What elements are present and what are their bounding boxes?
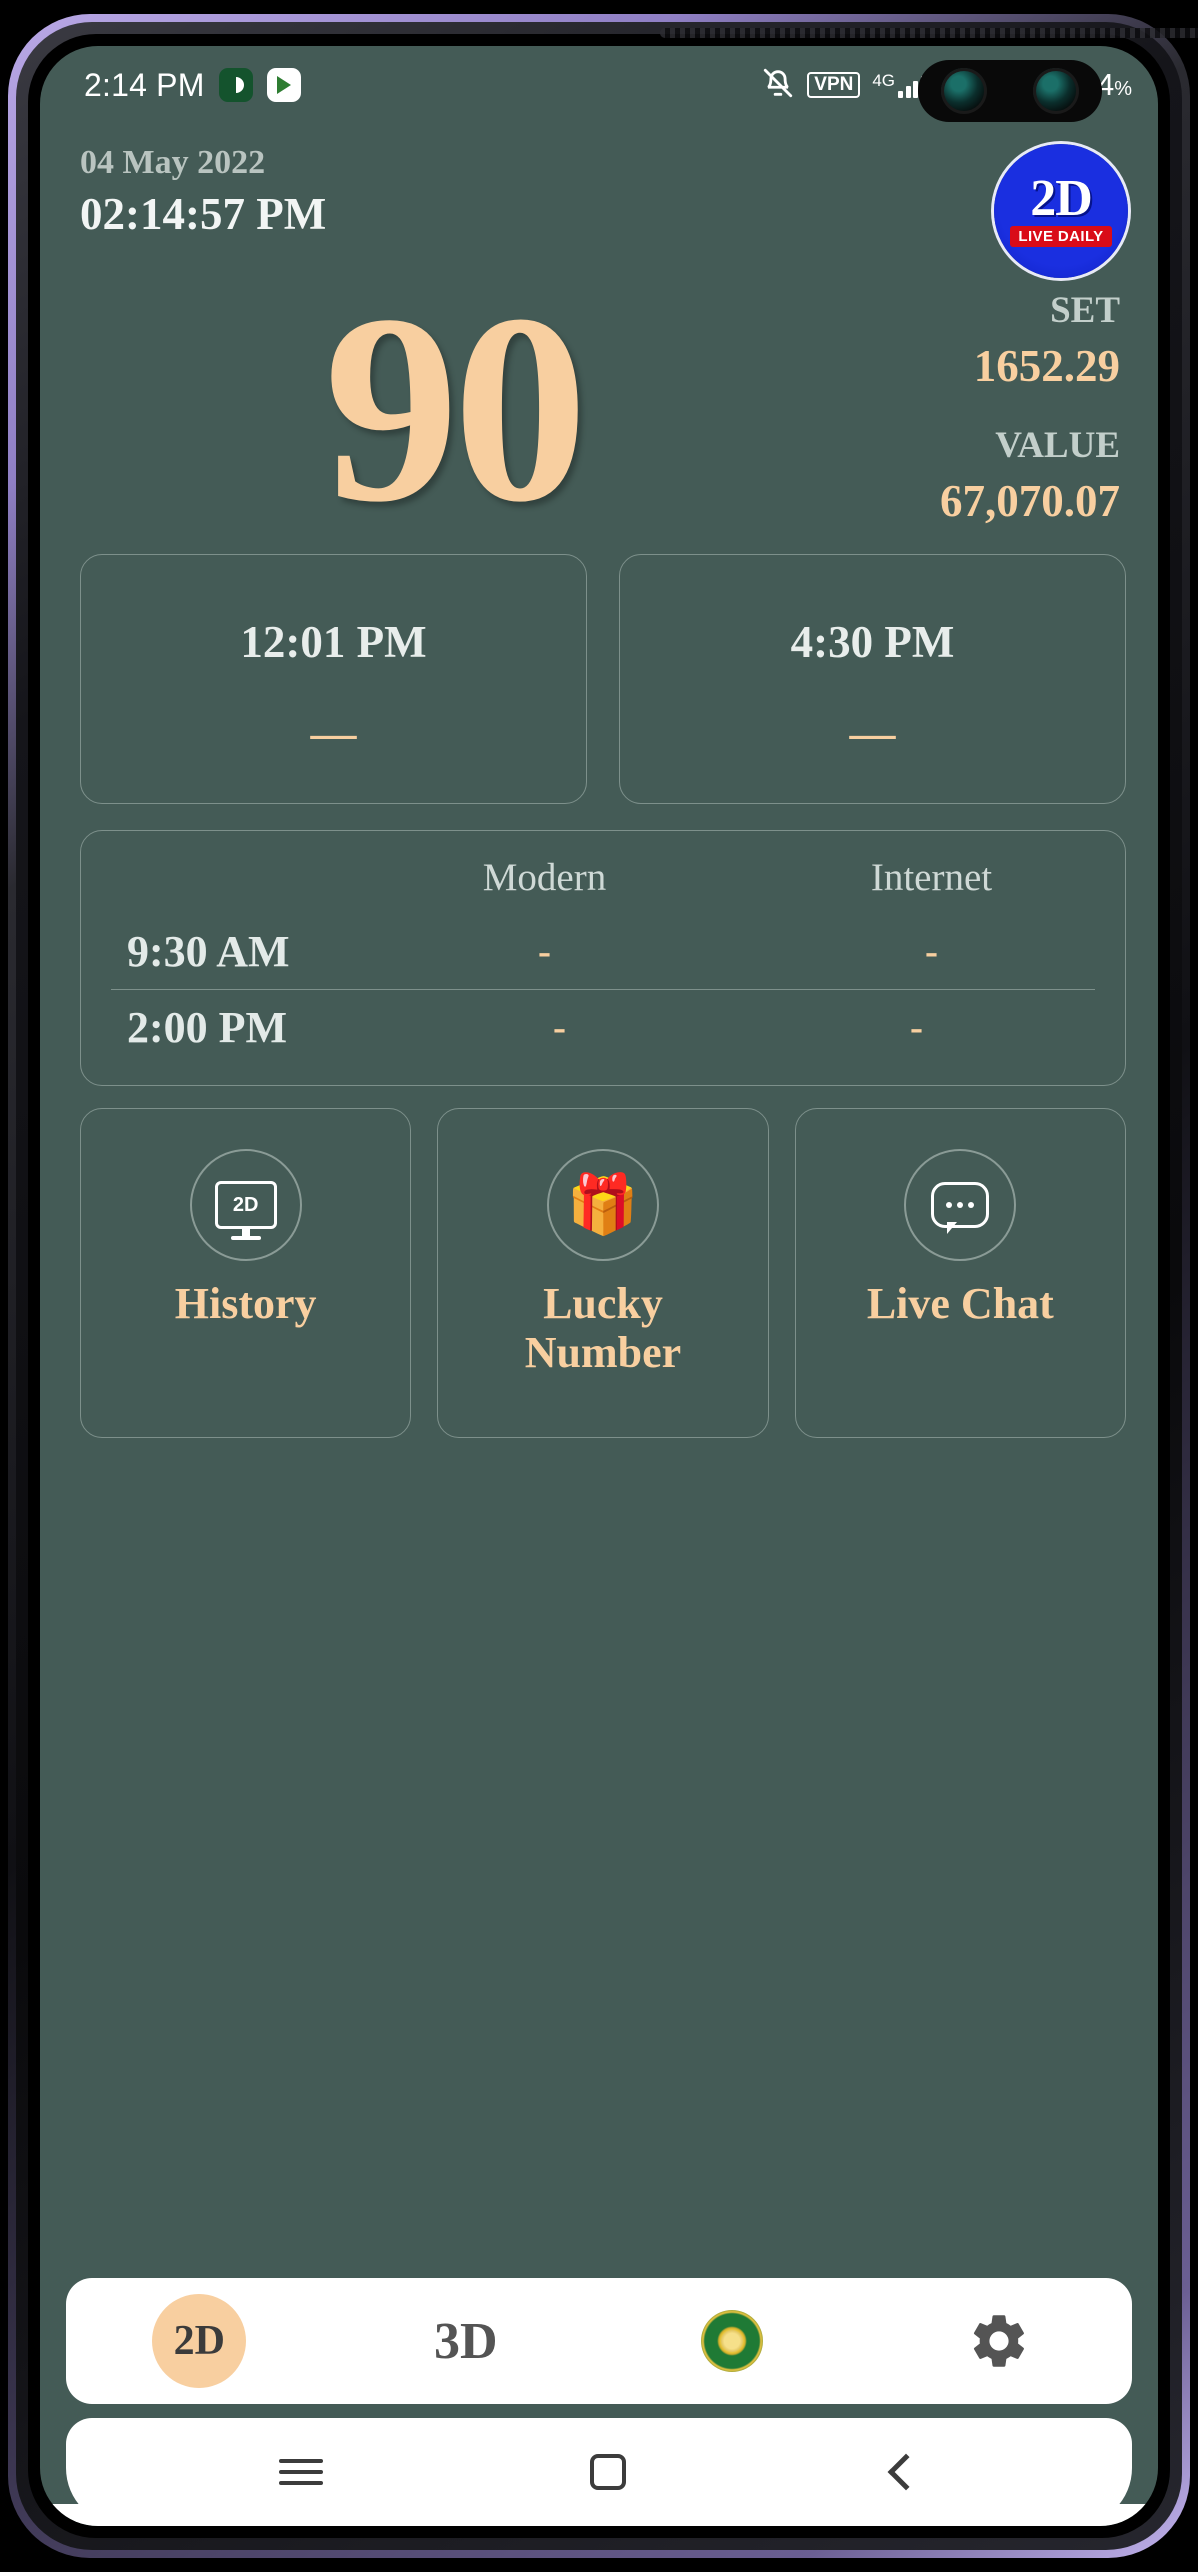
result-card-1201pm[interactable]: 12:01 PM — xyxy=(80,554,587,804)
history-button-label: History xyxy=(174,1279,317,1328)
schedule-row-time: 9:30 AM xyxy=(127,927,290,976)
monitor-2d-icon: 2D xyxy=(189,1149,302,1261)
schedule-cell-internet: - xyxy=(925,930,938,973)
google-play-icon xyxy=(266,68,301,102)
gear-icon xyxy=(967,2309,1031,2373)
monitor-glyph: 2D xyxy=(214,1181,277,1229)
schedule-table: Modern Internet 9:30 AM - - 2:00 PM - - xyxy=(80,830,1126,1086)
tab-2d[interactable]: 2D xyxy=(66,2278,333,2404)
phone-screen: 2:14 PM VPN 4G % 04 May 2022 02:14:57 PM… xyxy=(40,46,1158,2526)
schedule-header-row: Modern Internet xyxy=(81,849,1125,914)
network-type-label: 4G xyxy=(872,71,896,90)
tab-3d[interactable]: 3D xyxy=(333,2278,600,2404)
tab-3d-label: 3D xyxy=(433,2312,498,2370)
result-card-430pm[interactable]: 4:30 PM — xyxy=(619,554,1126,804)
market-stats: SET 1652.29 VALUE 67,070.07 xyxy=(826,286,1126,531)
lucky-label-line1: Lucky xyxy=(543,1279,663,1328)
bell-mute-icon xyxy=(761,66,795,105)
camera-lens-icon xyxy=(1033,68,1079,114)
app-header: 04 May 2022 02:14:57 PM 2D LIVE DAILY xyxy=(40,124,1158,278)
recents-button[interactable] xyxy=(279,2452,324,2492)
schedule-column-modern: Modern xyxy=(482,856,607,899)
result-time-cards: 12:01 PM — 4:30 PM — xyxy=(40,544,1158,804)
tab-thai-lottery[interactable] xyxy=(599,2278,866,2404)
do-not-disturb-icon xyxy=(218,68,253,102)
set-value: 1652.29 xyxy=(973,341,1120,392)
schedule-cell-modern: - xyxy=(538,930,551,973)
chat-bubble-icon xyxy=(904,1149,1017,1261)
monitor-icon-text: 2D xyxy=(232,1193,259,1216)
schedule-column-internet: Internet xyxy=(870,856,993,899)
earpiece-speaker xyxy=(660,28,1198,38)
schedule-cell-modern: - xyxy=(553,1006,566,1049)
live-result-row: 90 SET 1652.29 VALUE 67,070.07 xyxy=(40,274,1158,544)
card-time-label: 12:01 PM xyxy=(240,616,427,667)
logo-subtitle: LIVE DAILY xyxy=(1010,225,1112,247)
lucky-number-button[interactable]: 🎁 Lucky Number xyxy=(437,1108,769,1438)
action-buttons: 2D History 🎁 Lucky Number Live Chat xyxy=(40,1086,1158,1438)
live-chat-button-label: Live Chat xyxy=(866,1279,1054,1328)
chat-glyph xyxy=(931,1182,990,1234)
live-clock: 02:14:57 PM xyxy=(80,188,327,239)
tab-settings[interactable] xyxy=(866,2278,1133,2404)
datetime-block: 04 May 2022 02:14:57 PM xyxy=(80,142,326,241)
table-row: 9:30 AM - - xyxy=(81,914,1125,989)
lottery-badge-icon xyxy=(701,2310,764,2372)
lucky-number-button-label: Lucky Number xyxy=(525,1279,681,1378)
camera-lens-icon xyxy=(941,68,987,114)
camera-cutout xyxy=(918,60,1102,122)
home-button[interactable] xyxy=(589,2454,626,2490)
live-result-number: 90 xyxy=(324,259,588,558)
tab-2d-label: 2D xyxy=(152,2294,247,2388)
schedule-cell-internet: - xyxy=(910,1006,923,1049)
app-logo: 2D LIVE DAILY xyxy=(994,144,1128,278)
table-row: 2:00 PM - - xyxy=(111,989,1095,1065)
value-label: VALUE xyxy=(995,425,1120,466)
card-result-value: — xyxy=(849,706,896,758)
bottom-tab-bar: 2D 3D xyxy=(66,2278,1132,2404)
app-root: 2:14 PM VPN 4G % 04 May 2022 02:14:57 PM… xyxy=(40,46,1158,2526)
vpn-icon: VPN xyxy=(807,72,861,98)
status-bar-clock: 2:14 PM xyxy=(84,66,205,103)
live-chat-button[interactable]: Live Chat xyxy=(794,1108,1126,1438)
card-result-value: — xyxy=(310,706,357,758)
schedule-row-time: 2:00 PM xyxy=(127,1003,288,1052)
gift-icon: 🎁 xyxy=(546,1149,659,1261)
card-time-label: 4:30 PM xyxy=(790,616,955,667)
back-button[interactable] xyxy=(887,2453,925,2491)
phone-frame: 2:14 PM VPN 4G % 04 May 2022 02:14:57 PM… xyxy=(0,0,1198,2572)
status-bar-left: 2:14 PM xyxy=(84,67,301,104)
lucky-label-line2: Number xyxy=(524,1328,682,1378)
current-date: 04 May 2022 xyxy=(80,144,266,181)
history-button[interactable]: 2D History xyxy=(80,1108,412,1438)
nav-bar-fill xyxy=(40,2504,1158,2526)
value-value: 67,070.07 xyxy=(940,475,1120,526)
logo-title: 2D xyxy=(1030,170,1093,228)
gift-glyph: 🎁 xyxy=(566,1172,640,1237)
set-label: SET xyxy=(1050,290,1120,332)
